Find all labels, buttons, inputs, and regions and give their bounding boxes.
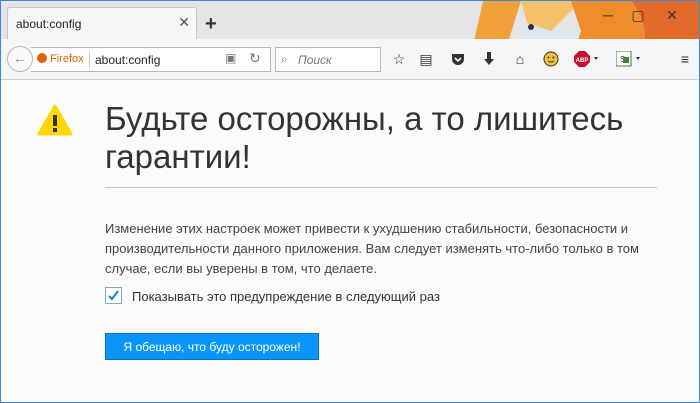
home-icon[interactable]: ⌂ bbox=[510, 49, 530, 69]
translate-icon[interactable]: S bbox=[615, 49, 645, 69]
pocket-icon[interactable] bbox=[448, 49, 468, 69]
title-divider bbox=[105, 187, 657, 188]
warning-title: Будьте осторожны, а то лишитесь гарантии… bbox=[105, 100, 624, 175]
warning-icon bbox=[37, 104, 73, 136]
menu-icon[interactable]: ≡ bbox=[675, 49, 695, 69]
reload-icon[interactable]: ↻ bbox=[249, 50, 261, 67]
search-bar[interactable]: ⌕ bbox=[275, 47, 381, 72]
search-input[interactable] bbox=[298, 51, 378, 68]
maximize-button[interactable]: ▢ bbox=[627, 5, 649, 25]
bookmark-star-icon[interactable]: ☆ bbox=[389, 49, 409, 69]
close-window-button[interactable]: ✕ bbox=[661, 5, 683, 25]
accept-risk-button[interactable]: Я обещаю, что буду осторожен! bbox=[105, 333, 319, 360]
about-config-warning-page: Будьте осторожны, а то лишитесь гарантии… bbox=[1, 80, 699, 402]
tab-title: about:config bbox=[16, 17, 82, 31]
show-warning-checkbox-label[interactable]: Показывать это предупреждение в следующи… bbox=[132, 289, 440, 304]
back-arrow-icon: ← bbox=[13, 50, 27, 66]
search-icon: ⌕ bbox=[281, 52, 288, 66]
firefox-icon bbox=[37, 53, 47, 63]
tab-about-config[interactable]: about:config ✕ bbox=[7, 7, 197, 39]
reading-list-icon[interactable]: ▤ bbox=[416, 49, 436, 69]
identity-label: Firefox bbox=[50, 53, 84, 65]
new-tab-button[interactable]: + bbox=[205, 14, 217, 34]
svg-text:ABP: ABP bbox=[576, 58, 589, 64]
minimize-button[interactable]: ─ bbox=[597, 5, 619, 25]
emoji-icon[interactable] bbox=[541, 49, 561, 69]
url-bar[interactable]: Firefox about:config ▣ ↻ bbox=[31, 47, 271, 72]
browser-window: about:config ✕ + ─ ▢ ✕ Firefox about:con… bbox=[0, 0, 700, 403]
adblock-abp-icon[interactable]: ABP bbox=[573, 49, 603, 69]
url-text[interactable]: about:config bbox=[95, 53, 160, 67]
show-warning-checkbox[interactable] bbox=[105, 287, 122, 304]
identity-box[interactable]: Firefox bbox=[37, 53, 84, 65]
back-button[interactable]: ← bbox=[7, 46, 33, 72]
url-separator bbox=[89, 51, 90, 68]
reader-icon[interactable]: ▣ bbox=[225, 51, 236, 65]
tab-close-icon[interactable]: ✕ bbox=[178, 15, 190, 29]
download-icon[interactable] bbox=[479, 49, 499, 69]
checkmark-icon bbox=[108, 290, 119, 301]
title-bar: about:config ✕ + ─ ▢ ✕ bbox=[1, 1, 699, 81]
warning-description: Изменение этих настроек может привести к… bbox=[105, 221, 639, 276]
navigation-toolbar: Firefox about:config ▣ ↻ ← ⌕ ☆ ▤ ⌂ ABP S… bbox=[1, 39, 699, 80]
